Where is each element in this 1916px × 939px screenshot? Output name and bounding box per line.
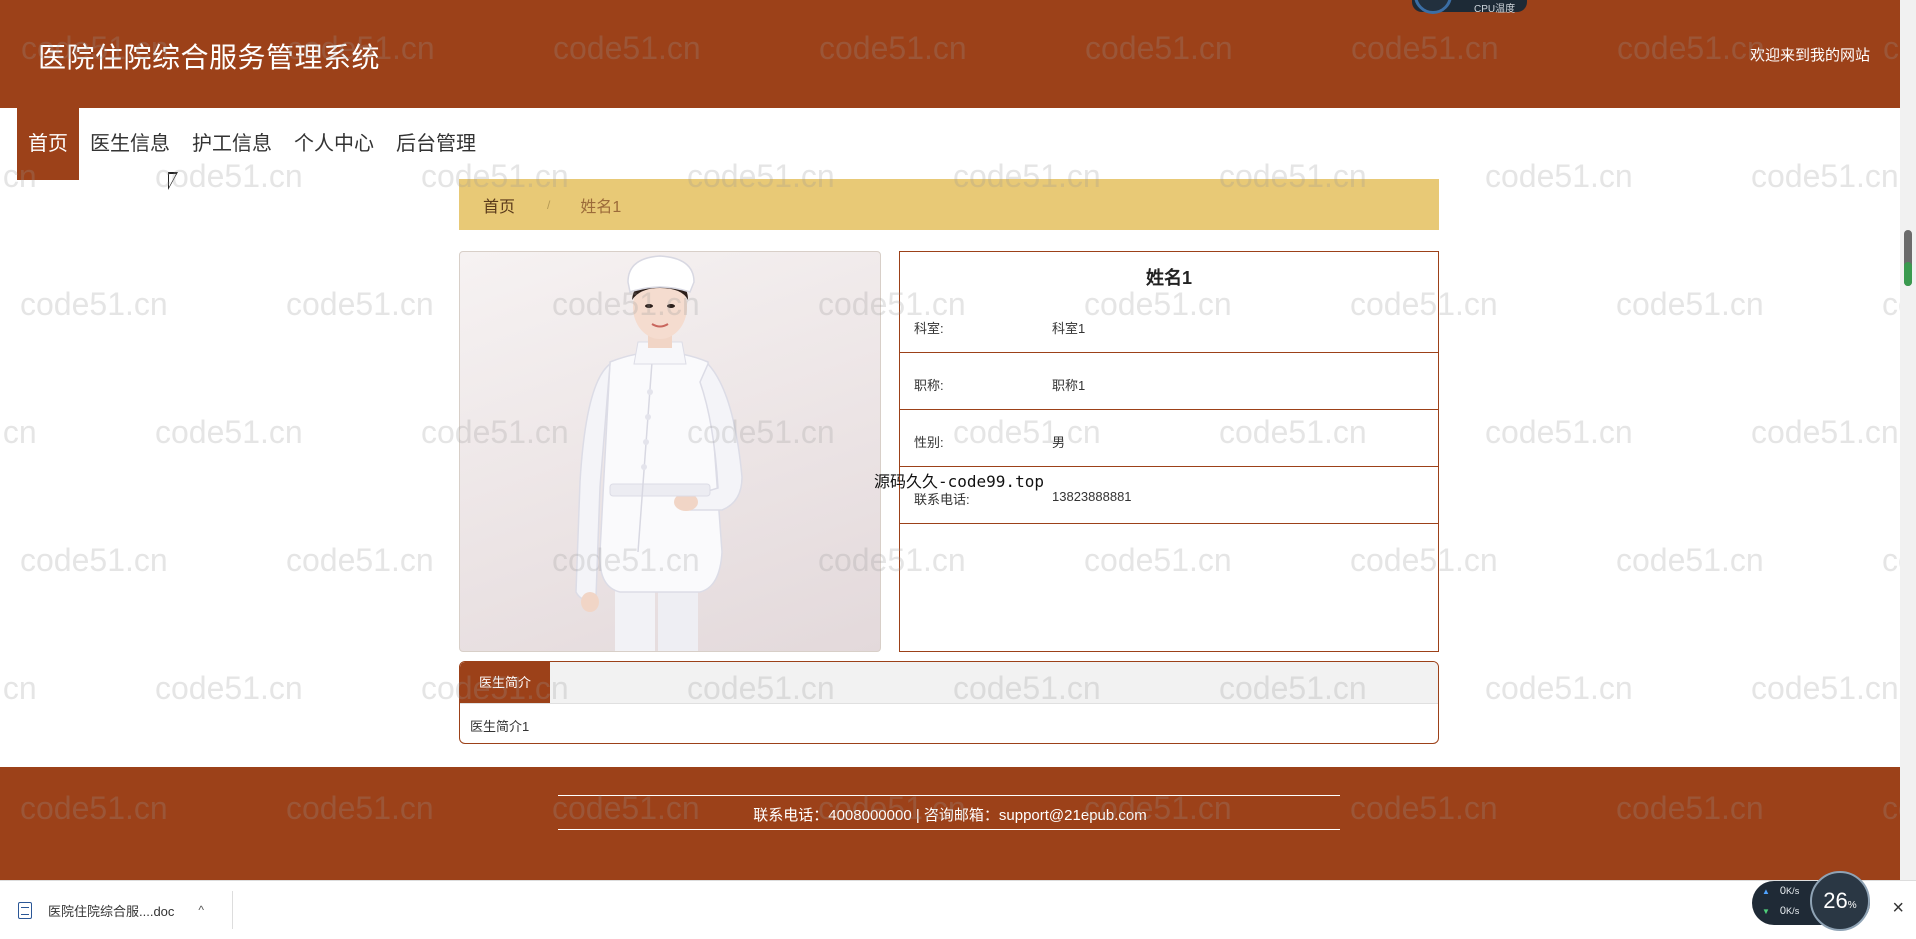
- detail-row-gender: 性别: 男: [900, 410, 1438, 467]
- close-download-bar-icon[interactable]: ×: [1892, 897, 1904, 920]
- detail-label: 性别:: [914, 435, 944, 450]
- site-header: 医院住院综合服务管理系统 欢迎来到我的网站: [0, 0, 1900, 108]
- scrollbar-thumb-accent: [1904, 262, 1912, 286]
- detail-value: 13823888881: [1052, 489, 1132, 504]
- intro-tabbar: 医生简介: [460, 662, 1438, 704]
- watermark-text: code51.cn: [1616, 542, 1764, 578]
- mouse-cursor-icon: [168, 172, 178, 190]
- cpu-usage-ring[interactable]: 26%: [1810, 871, 1870, 931]
- nav-item-caregiver-info[interactable]: 护工信息: [181, 108, 283, 180]
- intro-content: 医生简介1: [470, 719, 530, 734]
- breadcrumb-separator: /: [547, 197, 551, 212]
- footer-divider-top: [558, 795, 1340, 796]
- download-bar: 医院住院综合服....doc ^ ▲ 0K/s ▼ 0K/s 26% ×: [0, 871, 1916, 939]
- watermark-text: code51.cn: [1751, 158, 1899, 194]
- breadcrumb-home-link[interactable]: 首页: [483, 193, 515, 217]
- detail-row-title: 职称: 职称1: [900, 353, 1438, 410]
- download-speed: ▼ 0K/s: [1762, 905, 1800, 917]
- watermark-text: code51.cn: [20, 286, 168, 322]
- breadcrumb-current: 姓名1: [580, 198, 622, 216]
- nav-item-home[interactable]: 首页: [17, 108, 79, 180]
- download-arrow-icon: ▼: [1762, 907, 1770, 916]
- nurse-figure-icon: [575, 255, 743, 651]
- nav-item-personal-center[interactable]: 个人中心: [283, 108, 385, 180]
- doctor-intro-panel: 医生简介 医生简介1: [459, 661, 1439, 744]
- footer-contact-text: 联系电话：4008000000 | 咨询邮箱：support@21epub.co…: [753, 807, 1147, 824]
- site-footer: 联系电话：4008000000 | 咨询邮箱：support@21epub.co…: [0, 767, 1900, 880]
- welcome-text: 欢迎来到我的网站: [1749, 47, 1870, 64]
- page-scrollbar[interactable]: [1900, 0, 1916, 880]
- chevron-up-icon[interactable]: ^: [198, 903, 204, 917]
- watermark-text: code51.cn: [1485, 158, 1633, 194]
- detail-value: 男: [1052, 435, 1066, 450]
- download-file-name: 医院住院综合服....doc: [48, 903, 175, 919]
- watermark-text: code51.cn: [0, 414, 37, 450]
- breadcrumb: 首页 / 姓名1: [459, 179, 1439, 230]
- doctor-detail-panel: 姓名1 科室: 科室1 职称: 职称1 性别: 男 联系电话: 13823888…: [899, 251, 1439, 652]
- word-doc-icon: [18, 901, 32, 919]
- tab-doctor-intro[interactable]: 医生简介: [460, 662, 551, 703]
- watermark-text: code51.cn: [155, 414, 303, 450]
- cpu-label: CPU温度: [1474, 4, 1516, 15]
- footer-divider-bottom: [558, 829, 1340, 830]
- site-title: 医院住院综合服务管理系统: [38, 42, 381, 73]
- watermark-text: code51.cn: [20, 542, 168, 578]
- doctor-photo: [459, 251, 881, 652]
- main-nav: 首页 医生信息 护工信息 个人中心 后台管理: [17, 108, 487, 180]
- download-divider: [232, 891, 233, 929]
- detail-label: 职称:: [914, 378, 944, 393]
- nav-item-doctor-info[interactable]: 医生信息: [79, 108, 181, 180]
- watermark-text: code51.cn: [1485, 414, 1633, 450]
- cpu-ring-icon: [1414, 0, 1452, 14]
- watermark-text: code51.cn: [1485, 670, 1633, 706]
- watermark-text: code51.cn: [286, 286, 434, 322]
- source-overlay-text: 源码久久-code99.top: [874, 472, 1044, 491]
- detail-label: 科室:: [914, 321, 944, 336]
- cpu-usage-value: 26: [1823, 888, 1848, 913]
- cpu-temp-widget[interactable]: CPU温度: [1412, 0, 1527, 15]
- detail-value: 职称1: [1052, 378, 1086, 393]
- detail-value: 科室1: [1052, 321, 1086, 336]
- watermark-text: code51.cn: [1751, 414, 1899, 450]
- watermark-text: code51.cn: [1616, 286, 1764, 322]
- watermark-text: code51.cn: [286, 542, 434, 578]
- detail-row-department: 科室: 科室1: [900, 252, 1438, 353]
- upload-speed: ▲ 0K/s: [1762, 885, 1800, 897]
- cpu-usage-unit: %: [1847, 900, 1857, 911]
- nav-item-admin[interactable]: 后台管理: [385, 108, 487, 180]
- watermark-text: code51.cn: [1751, 670, 1899, 706]
- upload-arrow-icon: ▲: [1762, 887, 1770, 896]
- watermark-text: code51.cn: [155, 670, 303, 706]
- download-item[interactable]: 医院住院综合服....doc ^: [10, 893, 230, 927]
- watermark-text: code51.cn: [0, 670, 37, 706]
